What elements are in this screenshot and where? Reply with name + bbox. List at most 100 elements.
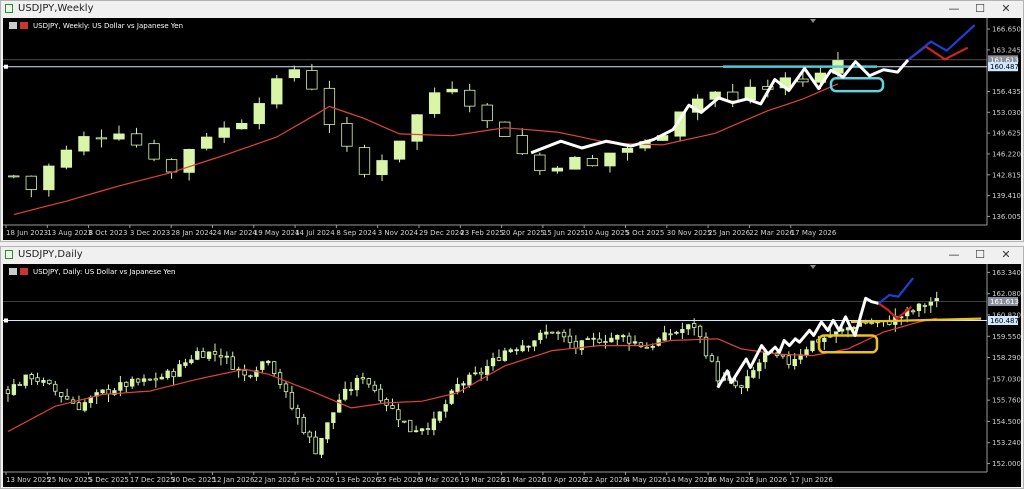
- bearish-candle: [358, 147, 371, 175]
- time-axis-label: 13 Feb 2026: [336, 476, 380, 484]
- moving-average-line: [7, 317, 937, 433]
- time-axis-label: 3 Nov 2024: [378, 229, 419, 237]
- bearish-candle: [95, 137, 108, 140]
- bullish-candle: [822, 337, 827, 342]
- bearish-candle: [603, 341, 608, 343]
- time-axis-label: 10 Aug 2025: [584, 229, 629, 237]
- time-axis-label: 25 Jan 2026: [708, 229, 751, 237]
- weekly-titlebar[interactable]: USDJPY,Weekly — ☐ ✕: [1, 1, 1023, 17]
- time-axis-label: 22 Mar 2026: [749, 229, 794, 237]
- bullish-candle: [551, 167, 564, 172]
- target-zone-box: [817, 334, 879, 354]
- bullish-candle: [686, 324, 691, 330]
- daily-titlebar[interactable]: USDJPY,Daily — ☐ ✕: [1, 247, 1023, 263]
- bullish-candle: [526, 345, 531, 348]
- bearish-candle: [242, 369, 247, 376]
- bullish-candle: [23, 374, 28, 386]
- time-axis-label: 8 Sep 2024: [336, 229, 376, 237]
- weekly-window-title: USDJPY,Weekly: [18, 3, 94, 14]
- bearish-candle: [366, 378, 371, 385]
- bearish-candle: [573, 340, 579, 349]
- level-line-handle: [4, 318, 8, 323]
- bullish-candle: [632, 341, 638, 344]
- chart-header: USDJPY, Daily: US Dollar vs Japanese Yen: [9, 268, 175, 276]
- bearish-candle: [295, 408, 300, 418]
- weekly-chart[interactable]: USDJPY, Weekly: US Dollar vs Japanese Ye…: [3, 18, 1021, 240]
- bearish-candle: [668, 333, 673, 336]
- price-axis-label: 153.030: [992, 109, 1021, 117]
- bearish-candle: [271, 361, 277, 374]
- bullish-candle: [579, 340, 584, 350]
- bullish-candle: [183, 149, 195, 173]
- bullish-candle: [751, 370, 756, 378]
- bearish-candle: [153, 378, 159, 381]
- bearish-candle: [306, 70, 318, 90]
- close-button[interactable]: ✕: [997, 2, 1015, 16]
- bearish-candle: [644, 346, 650, 349]
- time-axis-label: 18 Jun 2023: [6, 229, 48, 237]
- bearish-candle: [703, 336, 709, 357]
- price-axis-label: 159.550: [992, 333, 1021, 341]
- last-price-tag-text: 161.613: [990, 298, 1019, 306]
- maximize-button[interactable]: ☐: [971, 248, 989, 262]
- bearish-candle: [283, 383, 289, 393]
- bearish-candle: [378, 388, 383, 402]
- daily-chart-window[interactable]: USDJPY,Daily — ☐ ✕ USDJPY, Daily: US Dol…: [0, 246, 1024, 489]
- time-axis-label: 3 Dec 2023: [130, 229, 170, 237]
- bullish-candle: [60, 149, 73, 168]
- bullish-candle: [585, 338, 590, 341]
- time-axis-label: 10 Apr 2026: [543, 476, 587, 484]
- bearish-candle: [715, 361, 721, 382]
- bullish-candle: [41, 380, 46, 383]
- bullish-candle: [113, 133, 125, 140]
- bearish-candle: [922, 305, 928, 307]
- weekly-chart-window[interactable]: USDJPY,Weekly — ☐ ✕ USDJPY, Weekly: US D…: [0, 0, 1024, 242]
- time-axis-label: 14 May 2026: [667, 476, 713, 484]
- bearish-candle: [171, 371, 176, 378]
- bearish-candle: [5, 389, 11, 394]
- bullish-candle: [260, 361, 265, 370]
- bullish-candle: [792, 358, 797, 367]
- bullish-candle: [218, 127, 230, 138]
- bearish-candle: [212, 351, 218, 355]
- chart-window-icon: [5, 4, 13, 13]
- time-axis-label: 19 Mar 2026: [460, 476, 505, 484]
- time-axis-label: 8 Oct 2023: [89, 229, 128, 237]
- bullish-candle: [591, 337, 596, 340]
- bullish-candle: [288, 69, 301, 79]
- bearish-candle: [29, 374, 34, 380]
- close-button[interactable]: ✕: [997, 248, 1015, 262]
- bearish-candle: [464, 89, 476, 107]
- bullish-candle: [490, 358, 496, 367]
- bullish-candle: [130, 378, 135, 387]
- chart-shift-marker: [810, 265, 816, 269]
- bullish-candle: [467, 374, 472, 386]
- bullish-candle: [437, 411, 442, 421]
- bearish-candle: [869, 322, 874, 325]
- maximize-button[interactable]: ☐: [971, 2, 989, 16]
- bullish-candle: [544, 331, 549, 335]
- bearish-candle: [230, 356, 235, 370]
- time-axis-label: 9 Mar 2026: [419, 476, 459, 484]
- bearish-candle: [709, 355, 715, 362]
- bearish-candle: [148, 143, 160, 160]
- minimize-button[interactable]: —: [945, 248, 963, 262]
- time-axis-label: 30 Nov 2025: [667, 229, 712, 237]
- time-axis-label: 3 Feb 2026: [295, 476, 335, 484]
- bearish-candle: [64, 395, 70, 400]
- bearish-candle: [739, 385, 744, 388]
- price-axis-label: 157.030: [992, 375, 1021, 383]
- bullish-candle: [11, 384, 17, 395]
- bullish-candle: [508, 349, 513, 352]
- bullish-candle: [431, 418, 437, 431]
- minimize-button[interactable]: —: [945, 2, 963, 16]
- bearish-candle: [124, 381, 129, 387]
- daily-chart[interactable]: USDJPY, Daily: US Dollar vs Japanese Yen…: [3, 264, 1021, 487]
- time-axis-label: 25 Nov 2025: [47, 476, 92, 484]
- bullish-candle: [810, 340, 815, 352]
- bullish-candle: [804, 349, 809, 356]
- time-axis-label: 31 Mar 2026: [502, 476, 547, 484]
- bearish-candle: [479, 371, 484, 375]
- bearish-candle: [53, 383, 58, 392]
- bearish-candle: [797, 78, 809, 83]
